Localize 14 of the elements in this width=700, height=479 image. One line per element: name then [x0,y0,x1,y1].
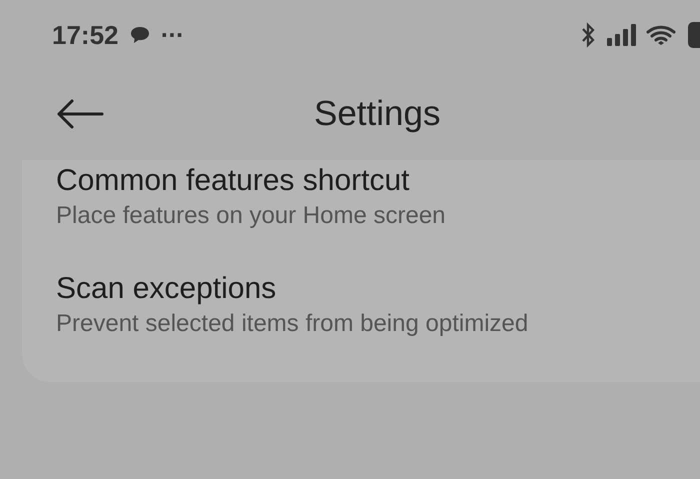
wifi-icon [646,23,678,47]
item-title: Common features shortcut [56,164,410,198]
status-time: 17:52 [52,20,118,50]
bluetooth-icon [580,22,596,48]
settings-item[interactable]: Common features shortcut Place features on your Home screen [56,164,700,260]
settings-item[interactable]: Scan exceptions Prevent selected items from being optimized [56,260,700,368]
back-arrow-icon[interactable] [56,99,104,129]
page-title: Settings [314,94,440,134]
chat-bubble-icon [128,25,150,45]
item-title: Scan exceptions [56,272,276,306]
more-notifications: ··· [160,23,184,47]
item-subtitle: Place features on your Home screen [56,202,446,230]
signal-icon [606,24,636,46]
item-subtitle: Prevent selected items from being optimized [56,310,528,338]
